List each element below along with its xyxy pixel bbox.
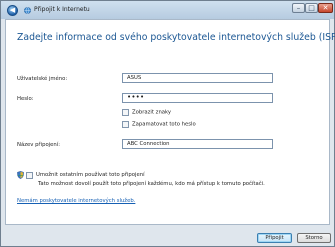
minimize-button[interactable]: – — [292, 3, 305, 13]
allow-others-description: Tato možnost dovolí použít toto připojen… — [38, 181, 265, 187]
password-field[interactable]: •••• — [122, 93, 273, 103]
dialog-window: ◀ Připojit k Internetu – □ ✕ Zadejte inf… — [0, 0, 335, 247]
cancel-button[interactable]: Storno — [297, 233, 331, 243]
checkbox-box[interactable] — [122, 121, 129, 128]
title-bar[interactable]: ◀ Připojit k Internetu – □ ✕ — [1, 1, 334, 19]
connection-name-field[interactable]: ABC Connection — [122, 139, 273, 149]
uac-shield-icon — [17, 171, 24, 179]
connection-name-label: Název připojení: — [17, 142, 61, 148]
show-chars-label: Zobrazit znaky — [132, 109, 172, 116]
maximize-button[interactable]: □ — [305, 3, 318, 13]
allow-others-checkbox[interactable]: Umožnit ostatním používat toto připojení — [17, 171, 145, 179]
maximize-icon: □ — [308, 4, 315, 12]
back-button[interactable]: ◀ — [7, 5, 18, 16]
back-arrow-icon: ◀ — [9, 6, 16, 14]
username-label: Uživatelské jméno: — [17, 76, 68, 82]
remember-password-label: Zapamatovat toto heslo — [132, 121, 196, 128]
minimize-icon: – — [296, 4, 301, 12]
close-button[interactable]: ✕ — [318, 3, 333, 13]
page-title: Zadejte informace od svého poskytovatele… — [17, 32, 335, 43]
window-title: Připojit k Internetu — [34, 6, 90, 13]
wizard-content: Zadejte informace od svého poskytovatele… — [5, 19, 335, 225]
allow-others-label: Umožnit ostatním používat toto připojení — [36, 172, 145, 178]
password-label: Heslo: — [17, 96, 34, 102]
checkbox-box[interactable] — [26, 171, 33, 179]
remember-password-checkbox[interactable]: Zapamatovat toto heslo — [122, 121, 196, 129]
network-icon — [24, 7, 31, 14]
checkbox-box[interactable] — [122, 109, 129, 116]
no-isp-link[interactable]: Nemám poskytovatele internetových služeb… — [17, 198, 135, 204]
username-field[interactable]: ASUS — [122, 73, 273, 83]
close-icon: ✕ — [322, 4, 329, 12]
show-chars-checkbox[interactable]: Zobrazit znaky — [122, 109, 171, 117]
connect-button[interactable]: Připojit — [257, 233, 292, 243]
